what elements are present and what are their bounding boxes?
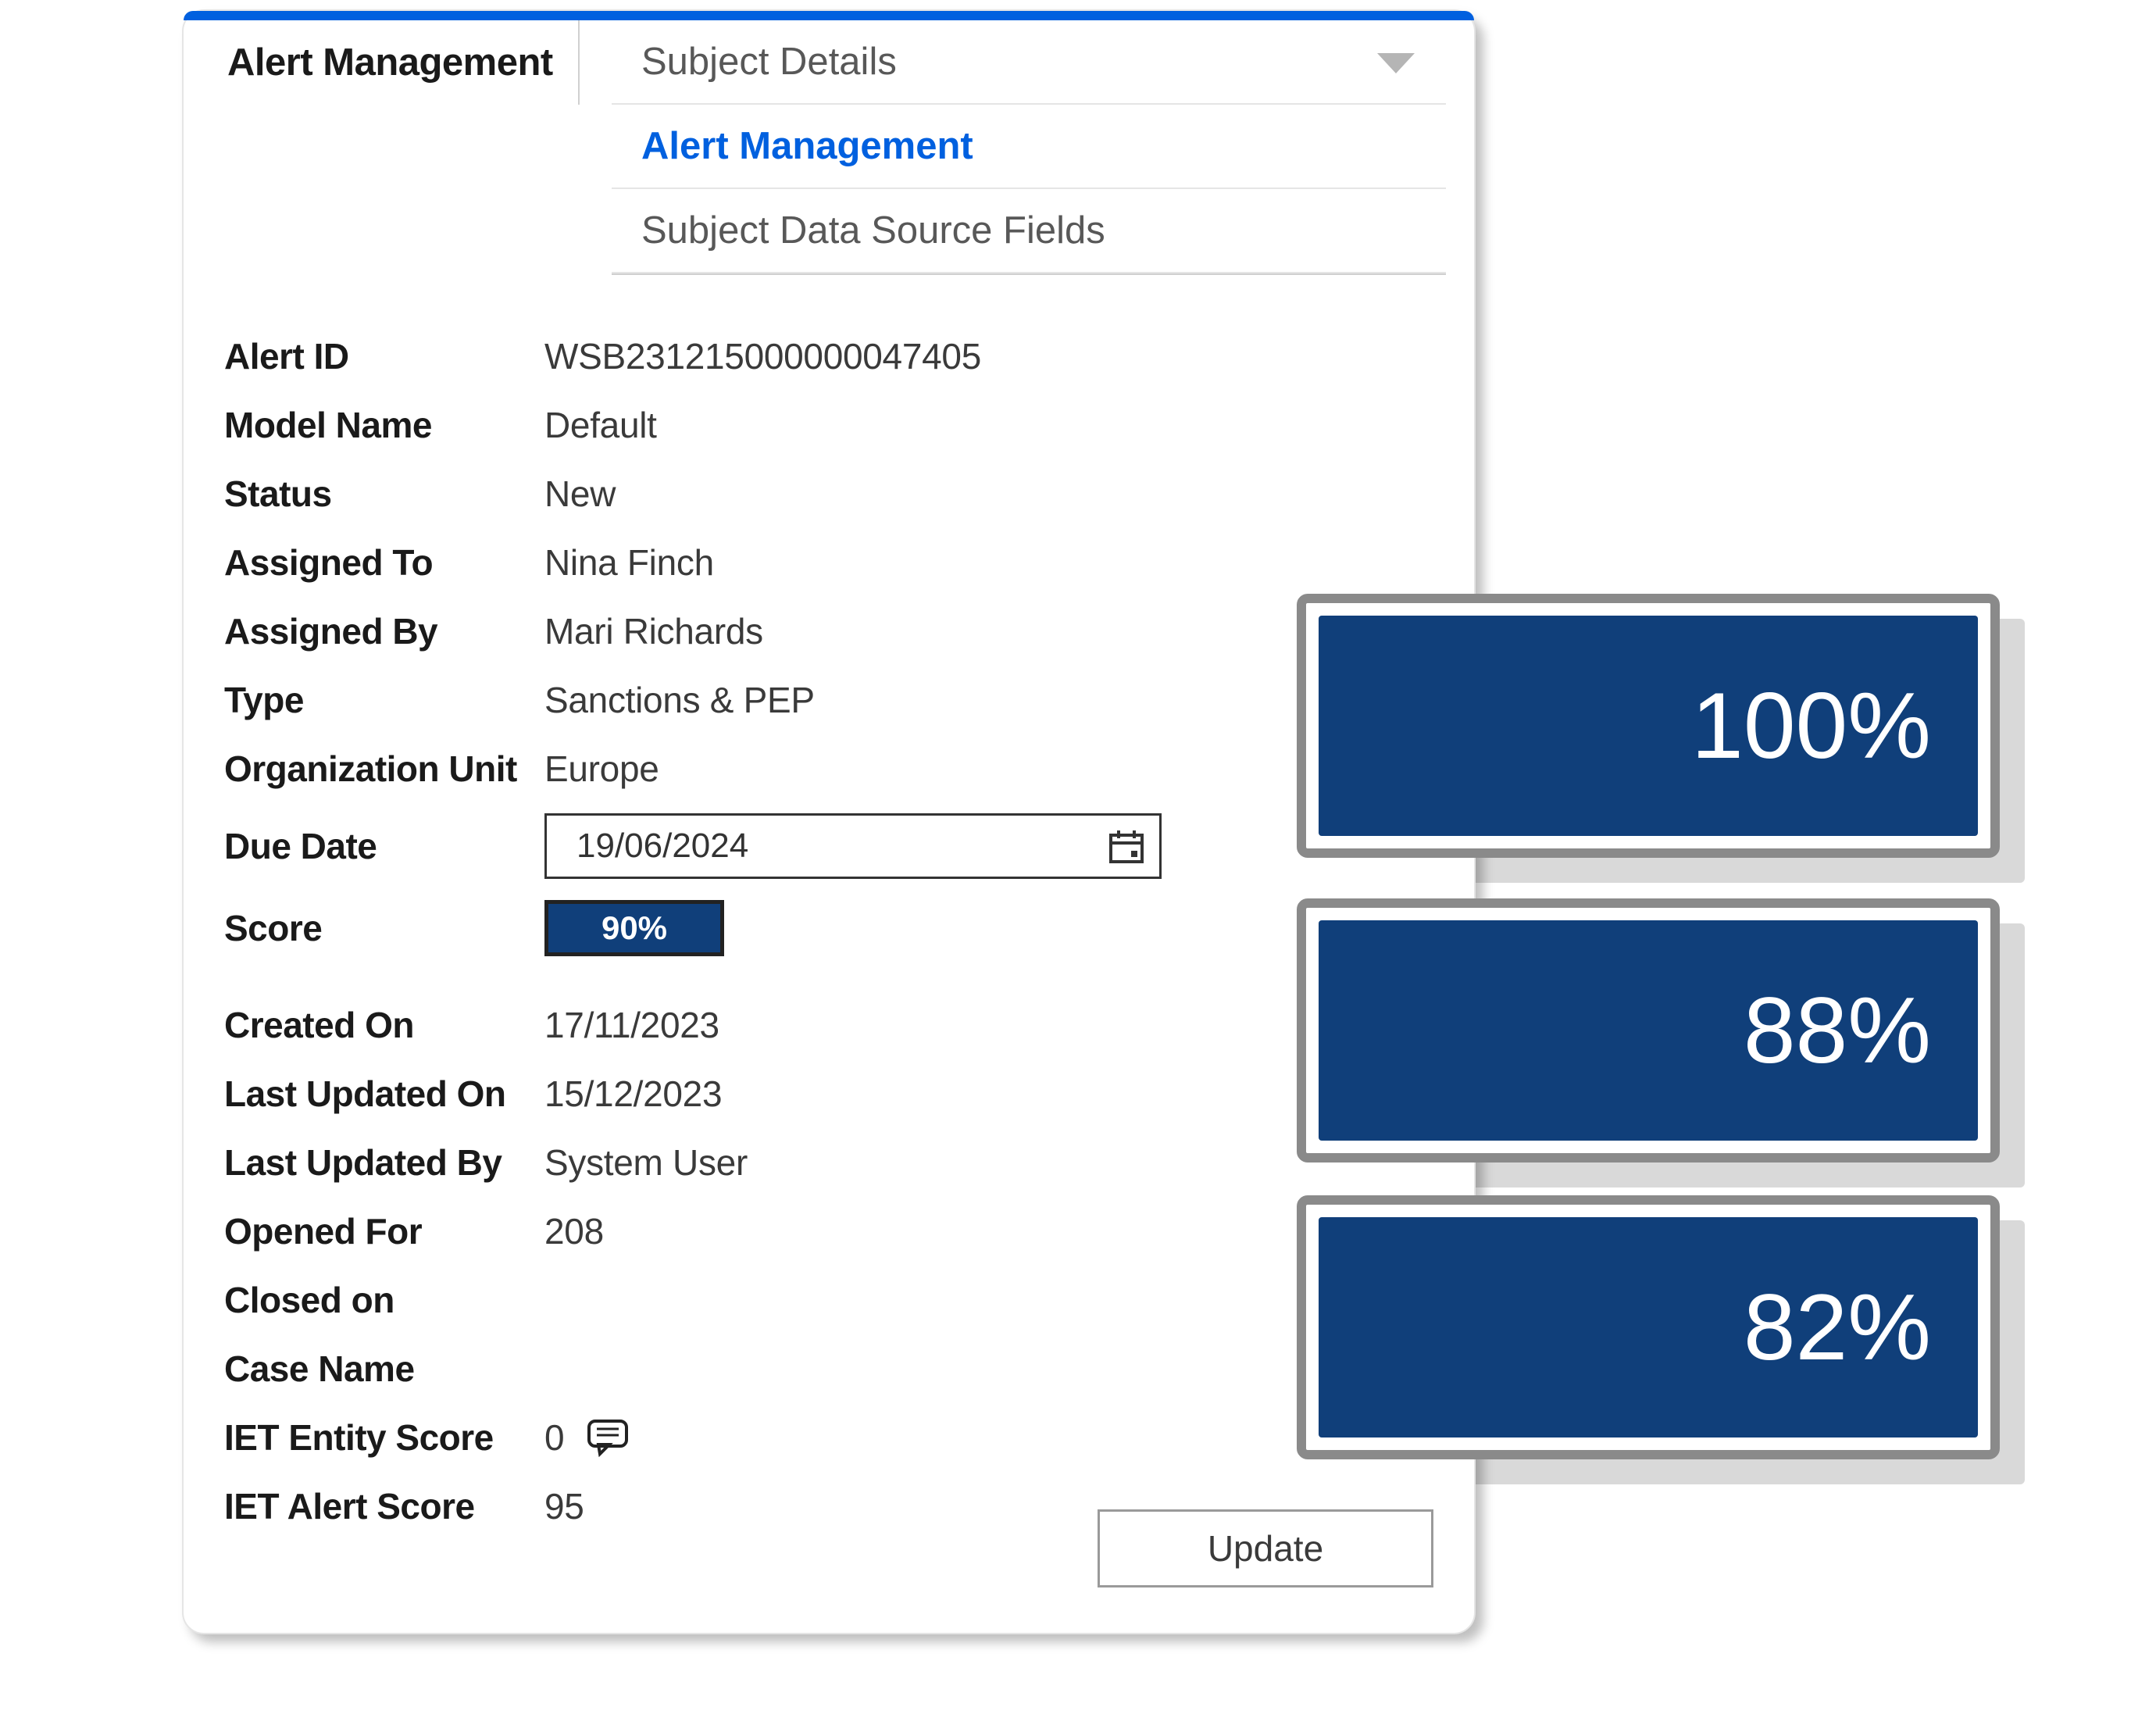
row-assigned-to: Assigned To Nina Finch [224,528,1433,597]
value-org-unit: Europe [544,748,659,790]
dropdown-item-label: Subject Data Source Fields [641,209,1105,252]
label-due-date: Due Date [224,825,544,867]
row-alert-id: Alert ID WSB231215000000047405 [224,322,1433,391]
comment-icon[interactable] [586,1418,630,1457]
row-iet-entity-score: IET Entity Score 0 [224,1403,1433,1472]
row-created-on: Created On 17/11/2023 [224,991,1433,1059]
percent-tile-3-inner: 82% [1319,1217,1978,1438]
label-assigned-to: Assigned To [224,541,544,584]
update-button[interactable]: Update [1098,1509,1433,1588]
value-assigned-by: Mari Richards [544,610,763,652]
value-model-name: Default [544,404,657,446]
label-last-updated-on: Last Updated On [224,1073,544,1115]
value-status: New [544,473,616,515]
calendar-icon[interactable] [1108,827,1145,865]
tab-label: Alert Management [227,41,553,84]
value-assigned-to: Nina Finch [544,541,714,584]
label-alert-id: Alert ID [224,335,544,377]
row-opened-for: Opened For 208 [224,1197,1433,1266]
label-last-updated-by: Last Updated By [224,1141,544,1184]
alert-panel: Alert Management Subject Details Alert M… [182,9,1476,1634]
label-org-unit: Organization Unit [224,748,544,790]
label-iet-entity-score: IET Entity Score [224,1416,544,1459]
row-due-date: Due Date 19/06/2024 [224,803,1433,889]
value-opened-for: 208 [544,1210,604,1252]
label-assigned-by: Assigned By [224,610,544,652]
percent-tile-2: 88% [1297,898,2000,1162]
value-created-on: 17/11/2023 [544,1004,719,1046]
label-type: Type [224,679,544,721]
row-type: Type Sanctions & PEP [224,666,1433,734]
value-alert-id: WSB231215000000047405 [544,335,981,377]
chevron-down-icon[interactable] [1377,53,1415,77]
label-model-name: Model Name [224,404,544,446]
dropdown-item-label: Alert Management [641,124,973,168]
section-dropdown[interactable]: Subject Details Alert Management Subject… [612,20,1446,275]
score-value: 90% [601,909,667,947]
panel-accent-bar [184,11,1474,20]
percent-tile-1: 100% [1297,594,2000,858]
due-date-input[interactable]: 19/06/2024 [544,813,1162,879]
dropdown-item-label: Subject Details [641,40,897,84]
label-status: Status [224,473,544,515]
row-last-updated-on: Last Updated On 15/12/2023 [224,1059,1433,1128]
label-score: Score [224,907,544,949]
percent-tile-1-inner: 100% [1319,616,1978,836]
label-iet-alert-score: IET Alert Score [224,1485,544,1527]
row-assigned-by: Assigned By Mari Richards [224,597,1433,666]
percent-tile-2-value: 88% [1744,977,1931,1084]
row-last-updated-by: Last Updated By System User [224,1128,1433,1197]
percent-tile-3-value: 82% [1744,1273,1931,1381]
value-last-updated-on: 15/12/2023 [544,1073,722,1115]
score-badge: 90% [544,900,724,956]
value-iet-entity-score: 0 [544,1416,564,1459]
label-closed-on: Closed on [224,1279,544,1321]
dropdown-item-alert-management[interactable]: Alert Management [612,105,1446,189]
tab-alert-management[interactable]: Alert Management [191,20,580,105]
label-case-name: Case Name [224,1348,544,1390]
percent-tile-2-inner: 88% [1319,920,1978,1141]
label-opened-for: Opened For [224,1210,544,1252]
dropdown-item-subject-data-source-fields[interactable]: Subject Data Source Fields [612,189,1446,273]
label-created-on: Created On [224,1004,544,1046]
dropdown-item-subject-details[interactable]: Subject Details [612,20,1446,105]
row-org-unit: Organization Unit Europe [224,734,1433,803]
value-type: Sanctions & PEP [544,679,815,721]
value-last-updated-by: System User [544,1141,748,1184]
row-model-name: Model Name Default [224,391,1433,459]
row-case-name: Case Name [224,1334,1433,1403]
update-button-label: Update [1208,1527,1323,1570]
due-date-value: 19/06/2024 [576,827,748,866]
details-list: Alert ID WSB231215000000047405 Model Nam… [224,322,1433,1541]
row-closed-on: Closed on [224,1266,1433,1334]
percent-tile-3: 82% [1297,1195,2000,1459]
value-iet-alert-score: 95 [544,1485,584,1527]
row-score: Score 90% [224,889,1433,967]
percent-tile-1-value: 100% [1691,672,1931,780]
row-status: Status New [224,459,1433,528]
